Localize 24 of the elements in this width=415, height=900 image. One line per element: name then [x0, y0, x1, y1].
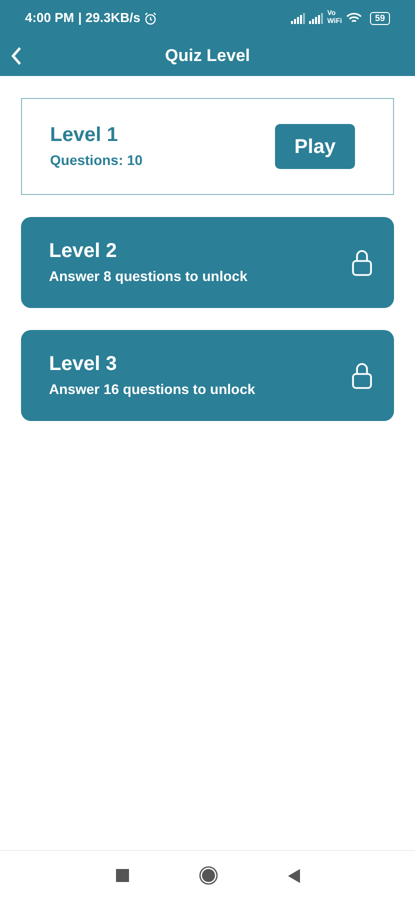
back-icon[interactable] — [288, 868, 300, 882]
back-icon[interactable] — [10, 46, 22, 66]
level-subtitle: Answer 16 questions to unlock — [49, 380, 256, 399]
status-time: 4:00 PM — [25, 9, 74, 28]
locked-level-card[interactable]: Level 3 Answer 16 questions to unlock — [21, 330, 394, 421]
recents-icon[interactable] — [116, 869, 128, 882]
lock-icon — [352, 362, 372, 388]
level-card[interactable]: Level 1 Questions: 10 Play — [21, 98, 394, 195]
home-icon[interactable] — [198, 866, 218, 885]
level-title: Level 1 — [50, 123, 119, 148]
wifi-icon — [346, 12, 362, 24]
play-button[interactable]: Play — [275, 124, 355, 169]
alarm-icon — [144, 12, 158, 24]
signal-icon — [291, 12, 306, 24]
page-title: Quiz Level — [164, 45, 250, 68]
level-title: Level 2 — [49, 239, 118, 264]
level-title: Level 3 — [49, 352, 118, 377]
level-subtitle: Questions: 10 — [50, 151, 144, 170]
network-speed: | 29.3KB/s — [78, 9, 140, 28]
lock-icon — [352, 250, 372, 276]
locked-level-card[interactable]: Level 2 Answer 8 questions to unlock — [21, 217, 394, 308]
signal-icon — [309, 12, 324, 24]
battery-level: 59 — [370, 12, 390, 24]
level-subtitle: Answer 8 questions to unlock — [49, 267, 248, 286]
